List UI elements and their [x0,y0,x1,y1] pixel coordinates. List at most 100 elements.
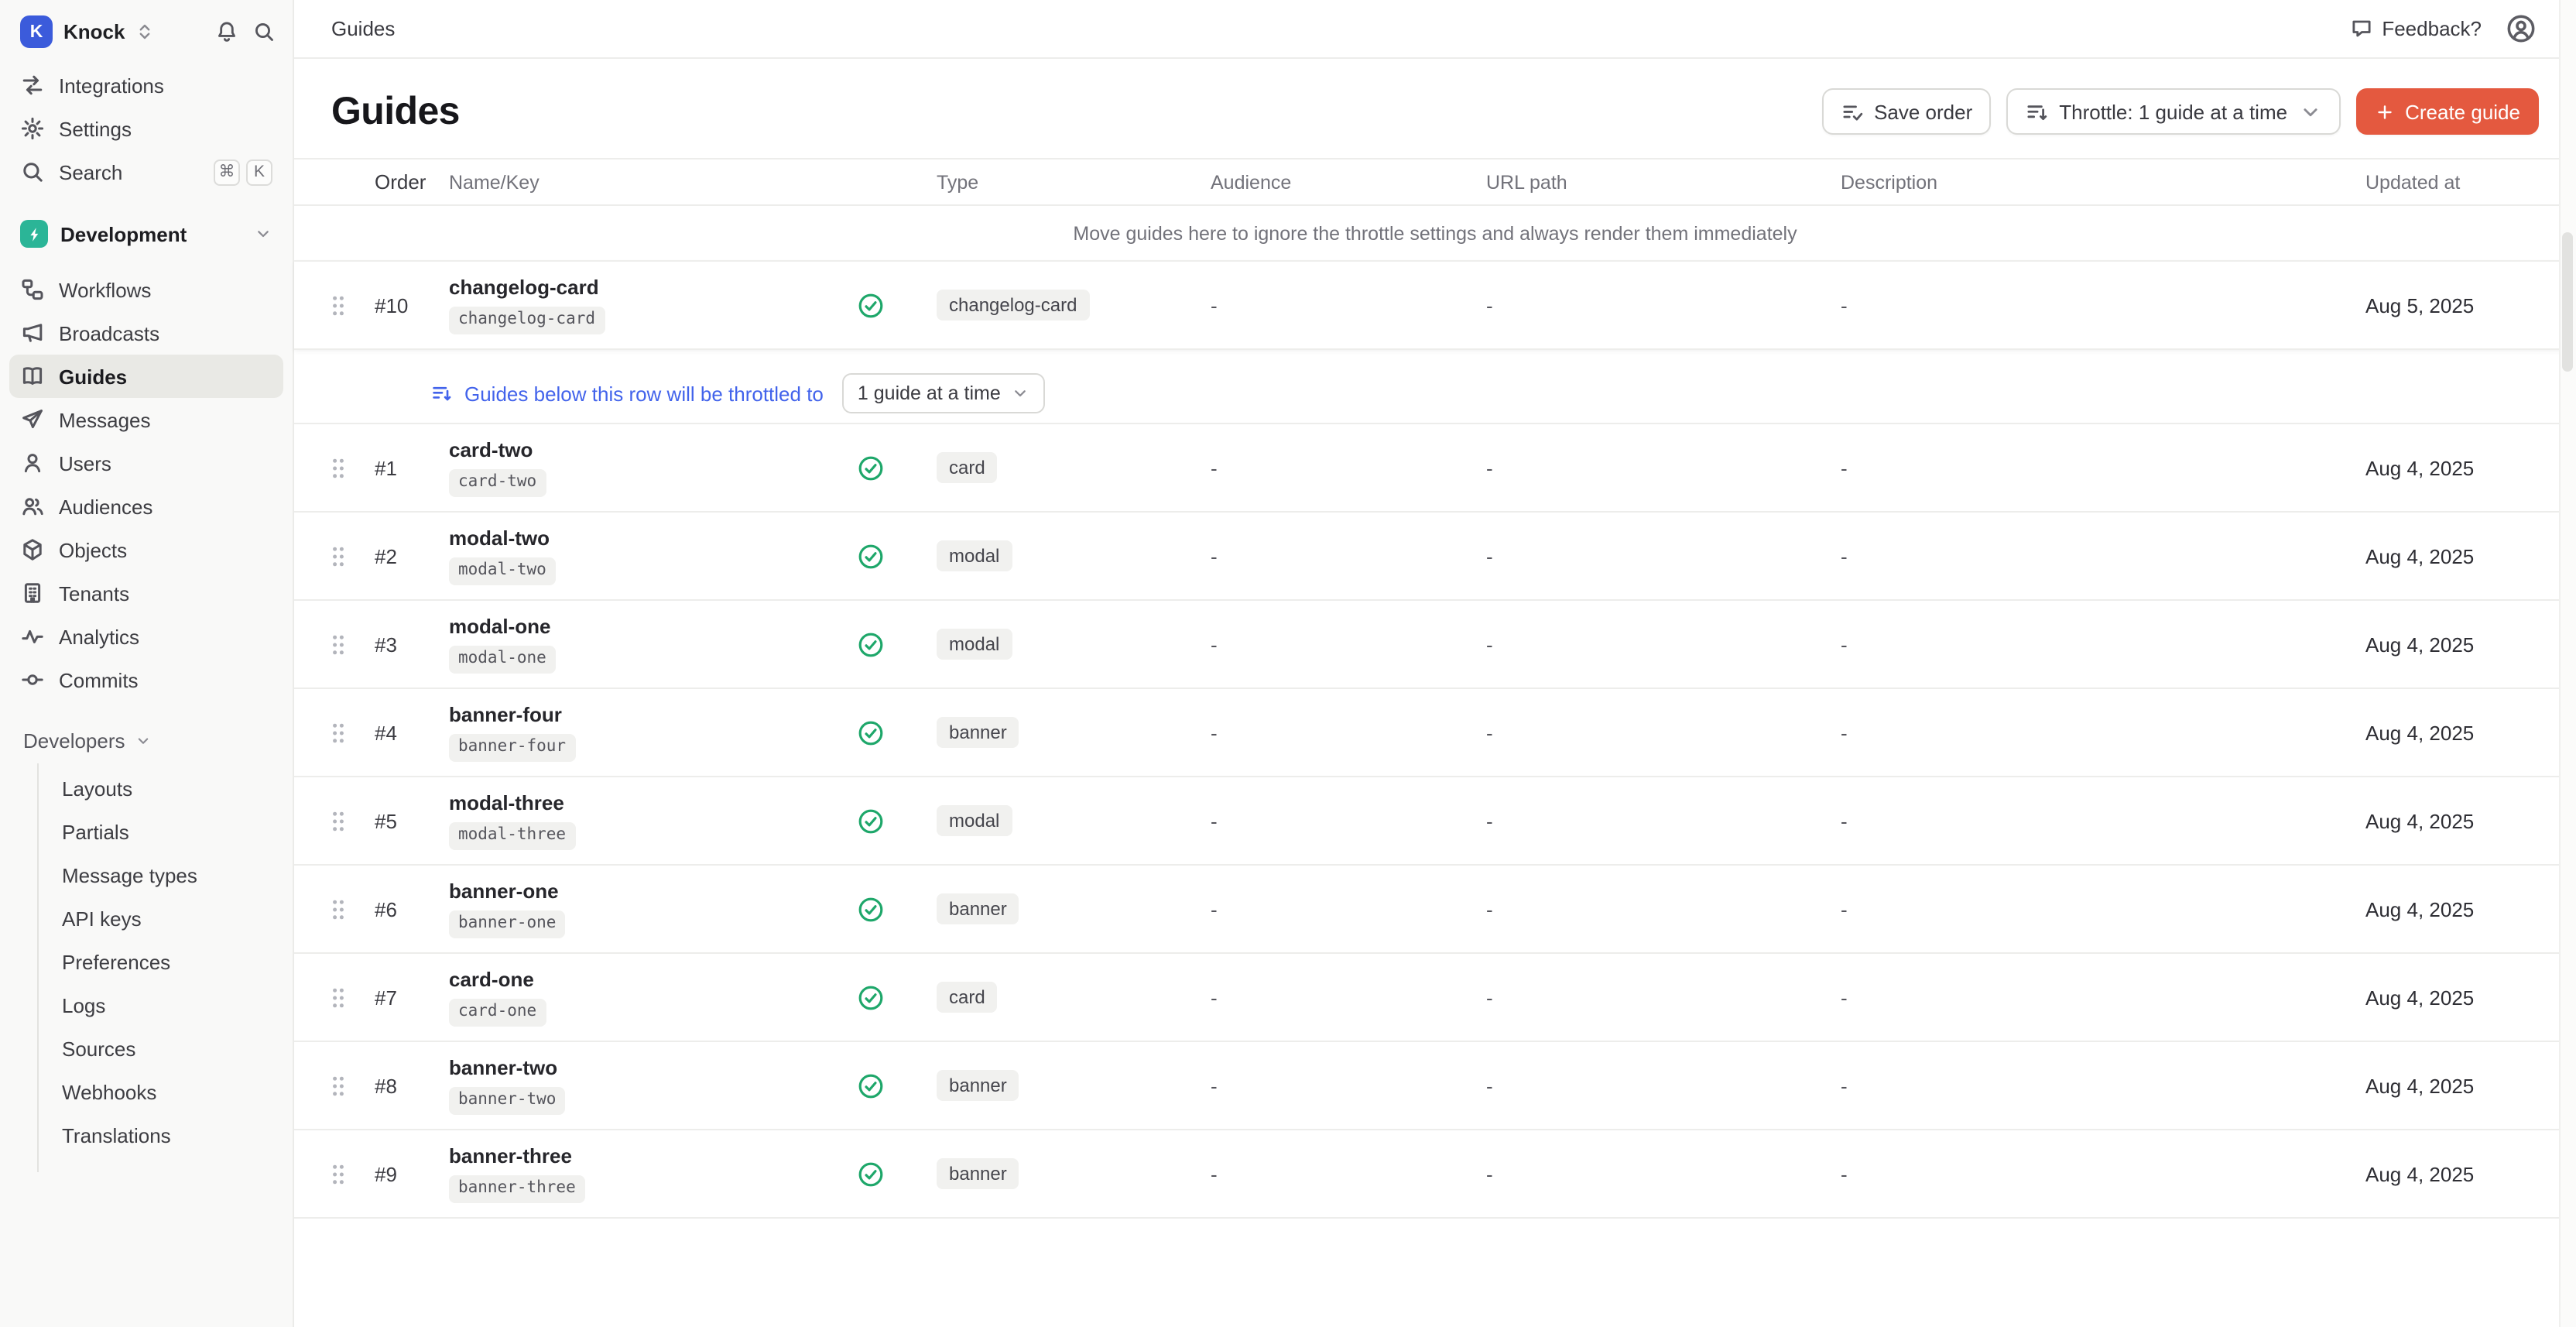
drag-handle-icon[interactable] [331,633,345,656]
drag-handle-icon[interactable] [331,897,345,921]
guides-icon [20,364,45,389]
create-guide-button[interactable]: Create guide [2355,88,2539,135]
guide-key-badge: modal-two [449,557,556,585]
environment-switcher[interactable]: Development [9,211,283,257]
integrations-icon [20,73,45,98]
unthrottled-rows: #10changelog-cardchangelog-cardchangelog… [294,262,2576,350]
user-avatar[interactable] [2506,14,2536,43]
sidebar-item-broadcasts[interactable]: Broadcasts [9,311,283,355]
guide-name: banner-three [449,1145,572,1169]
guide-url-path: - [1486,809,1841,832]
guide-row[interactable]: #3modal-onemodal-onemodal---Aug 4, 2025 [294,601,2576,689]
guide-row[interactable]: #8banner-twobanner-twobanner---Aug 4, 20… [294,1042,2576,1130]
guide-key-badge: banner-four [449,734,575,761]
messages-icon [20,407,45,432]
sidebar-item-message-types[interactable]: Message types [39,853,293,897]
workspace-name: Knock [63,20,125,43]
sidebar-item-label: Tenants [59,581,129,605]
guide-audience: - [1211,293,1486,317]
sidebar-item-label: Search [59,160,122,183]
sidebar-item-label: Users [59,451,111,475]
sidebar-item-guides[interactable]: Guides [9,355,283,398]
sidebar-item-audiences[interactable]: Audiences [9,485,283,528]
table-header: Order Name/Key Type Audience URL path De… [294,159,2576,206]
sidebar-item-users[interactable]: Users [9,441,283,485]
sidebar-item-search[interactable]: Search⌘K [9,150,283,194]
sidebar-item-label: Layouts [62,777,132,800]
guide-audience: - [1211,721,1486,744]
guide-name: banner-one [449,880,559,904]
throttle-dropdown[interactable]: Throttle: 1 guide at a time [2006,88,2340,135]
drag-handle-icon[interactable] [331,293,345,317]
sidebar-item-label: Partials [62,820,129,843]
sidebar-item-layouts[interactable]: Layouts [39,766,293,810]
throttle-divider-link[interactable]: Guides below this row will be throttled … [464,382,824,405]
sidebar-item-commits[interactable]: Commits [9,658,283,701]
workspace-switcher-icon[interactable] [134,22,154,42]
developers-section-label: Developers [23,729,125,752]
guide-description: - [1841,1074,2365,1097]
sidebar-item-api-keys[interactable]: API keys [39,897,293,940]
guide-name: modal-two [449,527,550,551]
guide-order: #8 [365,1074,430,1097]
guide-row[interactable]: #2modal-twomodal-twomodal---Aug 4, 2025 [294,513,2576,601]
throttled-rows: #1card-twocard-twocard---Aug 4, 2025#2mo… [294,424,2576,1219]
sidebar-item-logs[interactable]: Logs [39,983,293,1027]
sidebar-item-messages[interactable]: Messages [9,398,283,441]
drag-handle-icon[interactable] [331,721,345,744]
drag-handle-icon[interactable] [331,809,345,832]
sidebar-item-label: Webhooks [62,1080,156,1103]
guide-key-badge: card-two [449,469,546,496]
guide-row[interactable]: #7card-onecard-onecard---Aug 4, 2025 [294,954,2576,1042]
page-title: Guides [331,89,460,134]
check-circle-icon [858,543,884,569]
throttle-amount-select[interactable]: 1 guide at a time [842,373,1046,413]
drag-handle-icon[interactable] [331,1162,345,1185]
column-header-order: Order [365,170,430,194]
breadcrumb: Guides [331,17,395,40]
guide-row[interactable]: #6banner-onebanner-onebanner---Aug 4, 20… [294,866,2576,954]
sidebar-item-workflows[interactable]: Workflows [9,268,283,311]
guide-row[interactable]: #9banner-threebanner-threebanner---Aug 4… [294,1130,2576,1219]
search-icon[interactable] [252,20,276,43]
check-circle-icon [858,984,884,1010]
unthrottled-hint-text: Move guides here to ignore the throttle … [1073,222,1797,244]
guide-description: - [1841,456,2365,479]
sidebar-item-analytics[interactable]: Analytics [9,615,283,658]
drag-handle-icon[interactable] [331,986,345,1009]
developers-section-toggle[interactable]: Developers [9,720,283,760]
sidebar-item-partials[interactable]: Partials [39,810,293,853]
guide-type-badge: modal [937,629,1012,660]
guide-row[interactable]: #4banner-fourbanner-fourbanner---Aug 4, … [294,689,2576,777]
drag-handle-icon[interactable] [331,544,345,567]
commits-icon [20,667,45,692]
sidebar-item-integrations[interactable]: Integrations [9,63,283,107]
sidebar-item-webhooks[interactable]: Webhooks [39,1070,293,1113]
drag-handle-icon[interactable] [331,1074,345,1097]
sidebar-item-label: Workflows [59,278,151,301]
guide-description: - [1841,544,2365,567]
guide-row[interactable]: #5modal-threemodal-threemodal---Aug 4, 2… [294,777,2576,866]
sidebar-item-label: Settings [59,117,132,140]
section-gap [294,350,2576,364]
sidebar-item-preferences[interactable]: Preferences [39,940,293,983]
sidebar-item-translations[interactable]: Translations [39,1113,293,1157]
guide-description: - [1841,633,2365,656]
column-header-audience: Audience [1211,171,1486,193]
sidebar-item-tenants[interactable]: Tenants [9,571,283,615]
drag-handle-icon[interactable] [331,456,345,479]
guide-type-badge: banner [937,893,1019,924]
sidebar-item-objects[interactable]: Objects [9,528,283,571]
feedback-button[interactable]: Feedback? [2349,17,2482,40]
sidebar-item-settings[interactable]: Settings [9,107,283,150]
scrollbar[interactable] [2559,0,2576,1327]
chevron-down-icon [135,732,152,749]
guide-row[interactable]: #1card-twocard-twocard---Aug 4, 2025 [294,424,2576,513]
bell-icon[interactable] [215,20,238,43]
scrollbar-thumb[interactable] [2562,232,2573,372]
knock-logo: K [20,15,53,48]
save-order-button[interactable]: Save order [1821,88,1991,135]
guide-row[interactable]: #10changelog-cardchangelog-cardchangelog… [294,262,2576,350]
sidebar-item-label: Message types [62,863,197,886]
sidebar-item-sources[interactable]: Sources [39,1027,293,1070]
